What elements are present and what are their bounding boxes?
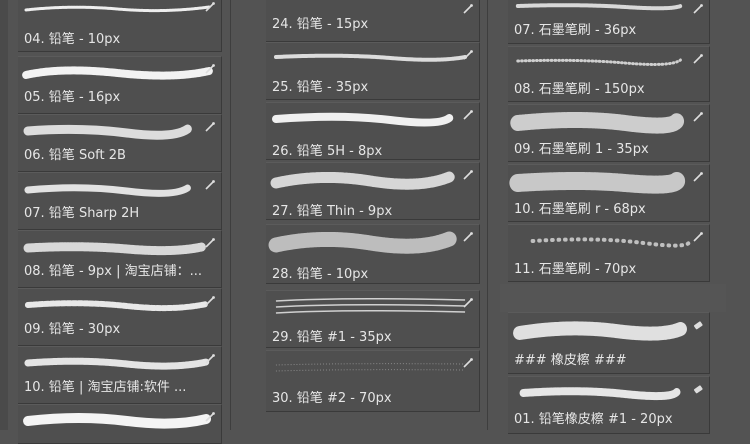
stroke-preview — [514, 383, 699, 401]
brush-preset-label: 08. 石墨笔刷 - 150px — [514, 82, 645, 97]
brush-preset-label: 01. 铅笔橡皮檫 #1 - 20px — [514, 412, 673, 427]
stroke-preview — [514, 233, 699, 249]
brush-icon — [692, 231, 704, 243]
eraser-icon — [692, 319, 704, 331]
brush-preset-label: 24. 铅笔 - 15px — [272, 17, 369, 32]
brush-preset[interactable]: 30. 铅笔 #2 - 70px — [266, 350, 480, 412]
brush-preset-label: 05. 铅笔 - 16px — [24, 90, 121, 105]
brush-preset-label: 07. 石墨笔刷 - 36px — [514, 23, 637, 38]
brush-icon — [462, 297, 474, 309]
brush-icon — [462, 3, 474, 15]
brush-preset-label: 04. 铅笔 - 10px — [24, 32, 121, 47]
stroke-preview — [23, 411, 212, 429]
brush-preset-label: 09. 石墨笔刷 1 - 35px — [514, 142, 649, 157]
brush-icon — [462, 169, 474, 181]
stroke-preview — [23, 237, 211, 257]
brush-preset[interactable]: 07. 铅笔 Sharp 2H — [18, 172, 222, 230]
brush-icon — [462, 109, 474, 121]
brush-preset-label: 26. 铅笔 5H - 8px — [272, 144, 383, 159]
stroke-preview — [513, 319, 699, 343]
brush-preset[interactable]: 09. 石墨笔刷 1 - 35px — [508, 104, 710, 162]
brush-icon — [204, 295, 216, 307]
brush-preset-label: 28. 铅笔 - 10px — [272, 267, 369, 282]
brush-preset[interactable]: 25. 铅笔 - 35px — [266, 42, 480, 100]
brush-preset[interactable]: 07. 石墨笔刷 - 36px — [508, 0, 710, 44]
stroke-preview — [514, 55, 699, 69]
brush-preset[interactable]: 05. 铅笔 - 16px — [18, 56, 222, 114]
stroke-preview — [24, 295, 211, 315]
stroke-preview — [272, 359, 469, 377]
brush-icon — [204, 179, 216, 191]
brush-preset[interactable] — [18, 404, 222, 444]
brush-preset-label: 07. 铅笔 Sharp 2H — [24, 206, 140, 221]
brush-preset-label: 25. 铅笔 - 35px — [272, 80, 369, 95]
brush-preset[interactable]: 11. 石墨笔刷 - 70px — [508, 224, 710, 282]
brush-preset[interactable]: 24. 铅笔 - 15px — [266, 0, 480, 42]
stroke-preview — [272, 109, 469, 127]
brush-preset[interactable]: 06. 铅笔 Soft 2B — [18, 114, 222, 172]
column-divider — [230, 0, 231, 430]
brush-icon — [462, 231, 474, 243]
stroke-preview — [268, 229, 469, 255]
stroke-preview — [509, 169, 699, 195]
brush-preset[interactable]: 10. 铅笔 | 淘宝店铺:软件 ... — [18, 346, 222, 404]
stroke-preview — [24, 353, 211, 373]
stroke-preview — [510, 109, 699, 135]
brush-preset[interactable]: 28. 铅笔 - 10px — [266, 224, 480, 284]
stroke-preview — [23, 121, 211, 141]
brush-preset-label: 10. 石墨笔刷 r - 68px — [514, 202, 646, 217]
brush-icon — [204, 1, 216, 13]
brush-icon — [204, 63, 216, 75]
brush-preset-label: ### 橡皮檫 ### — [514, 353, 627, 368]
brush-preset-label: 08. 铅笔 - 9px | 淘宝店铺：... — [24, 264, 203, 279]
brush-icon — [692, 111, 704, 123]
brush-icon — [204, 237, 216, 249]
eraser-icon — [692, 383, 704, 395]
brush-preset[interactable]: 29. 铅笔 #1 - 35px — [266, 290, 480, 348]
brush-icon — [692, 3, 704, 15]
brush-icon — [692, 53, 704, 65]
brush-preset[interactable]: 09. 铅笔 - 30px — [18, 288, 222, 346]
brush-icon — [204, 353, 216, 365]
stroke-preview — [270, 169, 469, 191]
brush-preset[interactable]: 10. 石墨笔刷 r - 68px — [508, 164, 710, 222]
brush-preset[interactable]: 04. 铅笔 - 10px — [18, 0, 222, 52]
stroke-preview — [24, 179, 211, 199]
brush-preset-label: 27. 铅笔 Thin - 9px — [272, 204, 393, 219]
brush-icon — [692, 171, 704, 183]
brush-icon — [204, 411, 216, 423]
brush-icon — [462, 357, 474, 369]
brush-preset-label: 11. 石墨笔刷 - 70px — [514, 262, 637, 277]
brush-preset[interactable]: 08. 铅笔 - 9px | 淘宝店铺：... — [18, 230, 222, 288]
brush-preset-label: 29. 铅笔 #1 - 35px — [272, 330, 392, 345]
stroke-preview — [272, 51, 469, 63]
stroke-preview — [22, 63, 213, 83]
brush-icon — [204, 121, 216, 133]
brush-preset[interactable]: 01. 铅笔橡皮檫 #1 - 20px — [508, 376, 710, 434]
brush-icon — [462, 49, 474, 61]
brush-preset-label: 09. 铅笔 - 30px — [24, 322, 121, 337]
left-edge-strip — [0, 0, 8, 430]
stroke-preview — [272, 295, 469, 319]
stroke-preview — [24, 3, 211, 15]
stroke-preview — [514, 1, 699, 11]
brush-preset[interactable]: 26. 铅笔 5H - 8px — [266, 102, 480, 160]
brush-preset-label: 10. 铅笔 | 淘宝店铺:软件 ... — [24, 380, 187, 395]
brush-preset[interactable]: 27. 铅笔 Thin - 9px — [266, 162, 480, 220]
brush-preset-label: 06. 铅笔 Soft 2B — [24, 148, 126, 163]
brush-preset-label: 30. 铅笔 #2 - 70px — [272, 391, 392, 406]
brush-preset[interactable]: 08. 石墨笔刷 - 150px — [508, 46, 710, 102]
brush-preset[interactable]: ### 橡皮檫 ### — [508, 312, 710, 374]
empty-slot — [500, 284, 726, 312]
column-divider — [487, 0, 488, 430]
